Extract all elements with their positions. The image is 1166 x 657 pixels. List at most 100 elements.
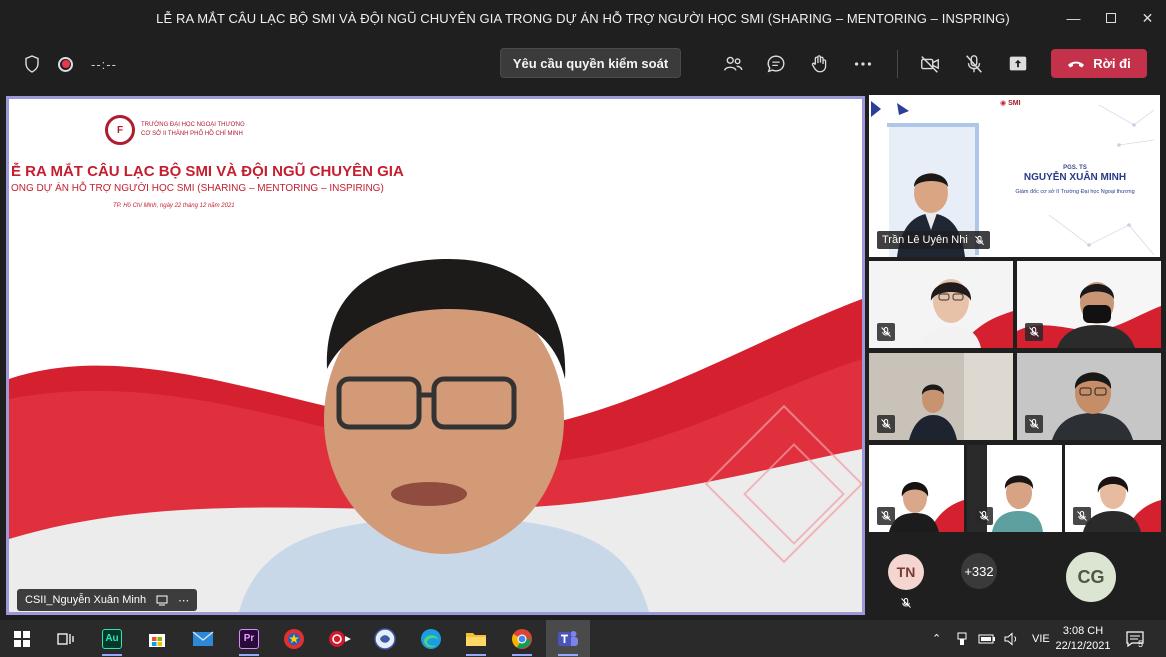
chrome-icon	[512, 628, 532, 649]
raise-hand-button[interactable]	[805, 50, 833, 78]
taskbar-app-youth-union[interactable]	[272, 620, 316, 657]
taskbar-app-chrome[interactable]	[500, 620, 544, 657]
volume-icon[interactable]	[1004, 631, 1020, 646]
mic-off-icon	[881, 419, 891, 429]
leave-label: Rời đi	[1093, 56, 1131, 71]
meeting-timer: --:--	[91, 56, 117, 72]
window-title: LỄ RA MẮT CÂU LẠC BỘ SMI VÀ ĐỘI NGŨ CHUY…	[156, 10, 1010, 26]
taskbar-app-file-explorer[interactable]	[454, 620, 498, 657]
presenter-card-subtitle: Giám đốc cơ sở II Trường Đại học Ngoại t…	[1015, 189, 1135, 195]
task-view-button[interactable]	[44, 620, 88, 657]
notification-center-button[interactable]: 5	[1126, 620, 1144, 657]
taskbar-app-teams[interactable]	[546, 620, 590, 657]
more-participants-button[interactable]: +332	[961, 553, 997, 589]
taskbar-app-premiere[interactable]: Pr	[227, 620, 271, 657]
mic-off-icon	[901, 598, 911, 608]
taskbar-app-vpn[interactable]	[363, 620, 407, 657]
taskbar-app-audition[interactable]: Au	[90, 620, 134, 657]
close-button[interactable]: ✕	[1129, 0, 1166, 36]
presenter-card-title: PGS. TS	[1063, 165, 1087, 171]
raise-hand-icon	[811, 55, 827, 73]
share-screen-button[interactable]	[1004, 50, 1032, 78]
taskbar-app-store[interactable]	[135, 620, 179, 657]
more-options-button[interactable]	[849, 50, 877, 78]
audition-icon: Au	[102, 628, 122, 649]
main-video-stage[interactable]: F TRƯỜNG ĐẠI HỌC NGOẠI THƯƠNG CƠ SỞ II T…	[6, 96, 865, 615]
participant-avatar-tn[interactable]: TN	[888, 554, 924, 590]
meeting-toolbar: --:-- Yêu cầu quyền kiểm soát Rời đi	[0, 36, 1166, 92]
participant-tile[interactable]	[1065, 445, 1161, 532]
people-icon	[724, 56, 743, 71]
mic-toggle-button[interactable]	[960, 50, 988, 78]
taskbar-app-mail[interactable]	[181, 620, 225, 657]
title-bar: LỄ RA MẮT CÂU LẠC BỘ SMI VÀ ĐỘI NGŨ CHUY…	[0, 0, 1166, 36]
mic-off-badge	[877, 507, 895, 525]
camera-off-icon	[921, 56, 939, 73]
premiere-icon: Pr	[239, 628, 259, 649]
chat-icon	[767, 55, 785, 73]
maximize-icon	[1105, 13, 1116, 23]
mic-off-icon	[979, 511, 989, 521]
participant-tile[interactable]	[1017, 353, 1161, 440]
participant-tile[interactable]	[967, 445, 1062, 532]
leave-button[interactable]: Rời đi	[1051, 49, 1147, 78]
taskbar-app-edge[interactable]	[409, 620, 453, 657]
mic-off-icon	[881, 511, 891, 521]
presenter-card-name: NGUYỄN XUÂN MINH	[1023, 172, 1127, 183]
mic-off-icon	[1029, 327, 1039, 337]
participant-tile[interactable]	[1017, 261, 1161, 348]
participant-tile[interactable]	[869, 445, 964, 532]
shield-icon[interactable]	[24, 55, 40, 73]
speaker-name: CSII_Nguyễn Xuân Minh	[25, 594, 147, 606]
participant-tile[interactable]	[869, 261, 1013, 348]
edge-icon	[421, 628, 441, 649]
mic-off-badge	[1073, 507, 1091, 525]
mic-off-badge	[975, 507, 993, 525]
participant-more-icon[interactable]: ⋯	[178, 594, 189, 607]
folder-icon	[466, 632, 486, 646]
presenter-name-tag: Trần Lê Uyên Nhi	[877, 231, 990, 249]
clock-time: 3:08 CH	[1062, 625, 1104, 637]
screen-share-status-icon	[156, 595, 168, 606]
hang-up-icon	[1068, 61, 1085, 67]
store-icon	[149, 633, 165, 647]
mic-off-badge	[877, 323, 895, 341]
speaker-name-tag: CSII_Nguyễn Xuân Minh ⋯	[17, 589, 198, 611]
window-controls: — ✕	[1055, 0, 1166, 36]
taskbar-app-screen-recorder[interactable]	[318, 620, 362, 657]
mic-off-icon	[1077, 511, 1087, 521]
task-view-icon	[57, 632, 74, 645]
input-language[interactable]: VIE	[1032, 633, 1050, 645]
camera-toggle-button[interactable]	[916, 50, 944, 78]
chat-button[interactable]	[762, 50, 790, 78]
taskbar-clock[interactable]: 3:08 CH 22/12/2021	[1055, 624, 1111, 654]
clock-date: 22/12/2021	[1055, 640, 1111, 652]
mic-off-badge	[1025, 323, 1043, 341]
presenter-participant-name: Trần Lê Uyên Nhi	[882, 234, 968, 246]
minimize-icon: —	[1066, 10, 1081, 26]
people-button[interactable]	[719, 50, 747, 78]
chevron-up-icon[interactable]: ⌃	[932, 632, 946, 645]
youth-union-icon	[284, 628, 304, 649]
participant-avatar-cg[interactable]: CG	[1066, 552, 1116, 602]
battery-icon[interactable]	[978, 633, 996, 645]
usb-device-icon[interactable]	[956, 632, 968, 646]
mail-icon	[192, 630, 214, 646]
start-button[interactable]	[0, 620, 44, 657]
maximize-button[interactable]	[1092, 0, 1129, 36]
notification-count: 5	[1138, 638, 1144, 649]
mic-off-icon	[1029, 419, 1039, 429]
mic-off-icon	[881, 327, 891, 337]
vpn-icon	[374, 627, 396, 650]
request-control-button[interactable]: Yêu cầu quyền kiểm soát	[500, 48, 681, 78]
meeting-status: --:--	[24, 36, 117, 92]
recording-icon	[58, 56, 73, 72]
participant-tile[interactable]	[869, 353, 1013, 440]
minimize-button[interactable]: —	[1055, 0, 1092, 36]
mic-off-badge	[877, 415, 895, 433]
toolbar-divider	[897, 50, 898, 78]
mic-off-icon	[966, 55, 982, 73]
presenter-card: PGS. TS NGUYỄN XUÂN MINH Giám đốc cơ sở …	[995, 165, 1155, 195]
screen-recorder-icon	[329, 630, 351, 647]
more-options-icon	[854, 62, 872, 66]
